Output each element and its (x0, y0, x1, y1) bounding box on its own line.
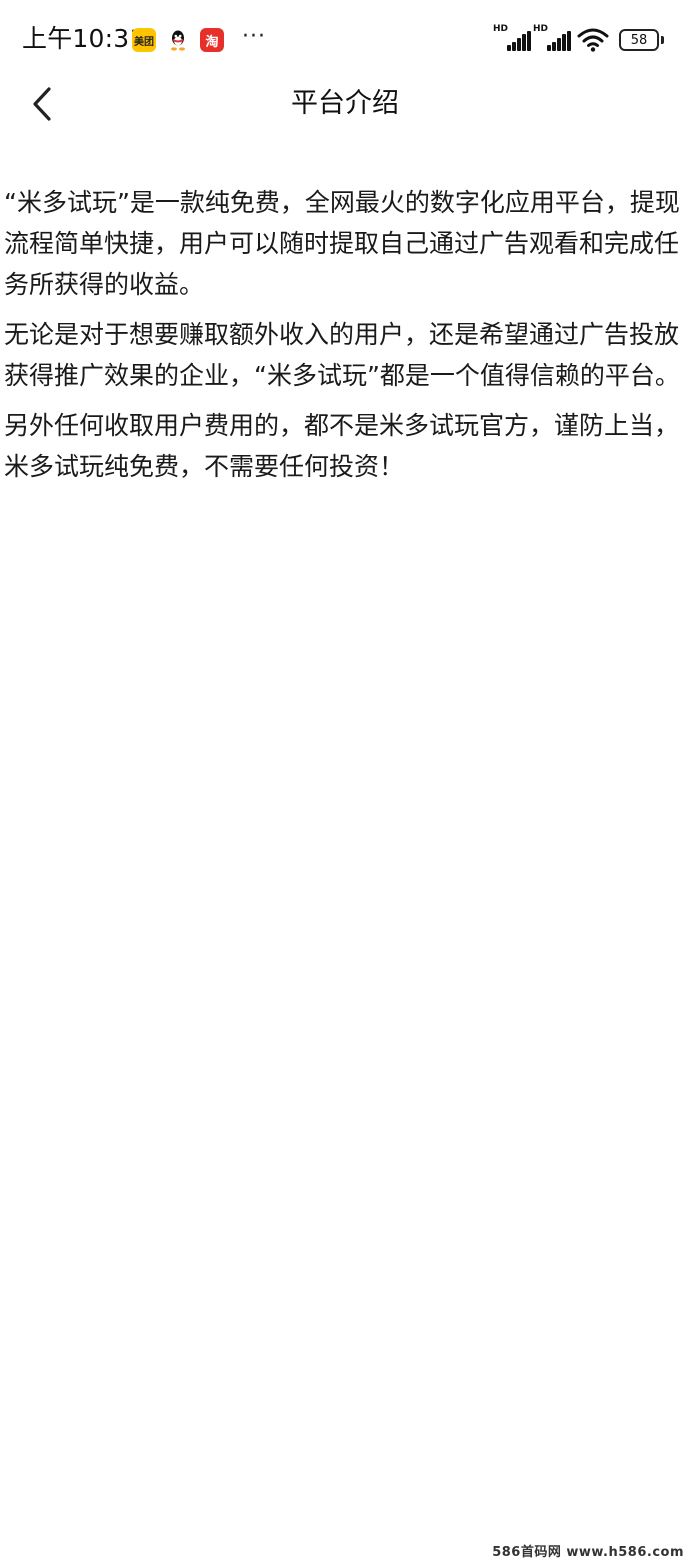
more-notifications-icon: ··· (242, 23, 266, 49)
hd-label: HD (533, 24, 549, 34)
battery-level: 58 (630, 32, 648, 48)
taobao-app-icon: 淘 (200, 28, 224, 52)
platform-intro-content: “米多试玩”是一款纯免费，全网最火的数字化应用平台，提现流程简单快捷，用户可以随… (4, 182, 686, 496)
cellular-signal-icon: HD (533, 24, 571, 53)
page-title: 平台介绍 (291, 88, 399, 119)
cellular-signal-icon: HD (493, 24, 531, 53)
meituan-icon-label: 美团 (134, 36, 154, 48)
watermark: 586首码网 www.h586.com (492, 1545, 684, 1560)
notification-icons: 美团 淘 ··· (132, 23, 266, 54)
header-bar: 平台介绍 (0, 78, 690, 130)
wifi-icon (577, 28, 609, 52)
intro-paragraph: 另外任何收取用户费用的，都不是米多试玩官方，谨防上当，米多试玩纯免费，不需要任何… (4, 411, 680, 481)
meituan-app-icon: 美团 (132, 28, 156, 52)
qq-app-icon (166, 28, 190, 52)
hd-label: HD (493, 24, 509, 34)
intro-paragraph: 无论是对于想要赚取额外收入的用户，还是希望通过广告投放获得推广效果的企业，“米多… (4, 320, 680, 390)
status-bar: 上午10:31 美团 淘 ··· HD HD 58 (0, 0, 690, 78)
status-time: 上午10:31 (22, 24, 146, 53)
status-indicators: HD HD 58 (493, 24, 664, 54)
taobao-icon-label: 淘 (205, 34, 219, 50)
intro-paragraph: “米多试玩”是一款纯免费，全网最火的数字化应用平台，提现流程简单快捷，用户可以随… (4, 188, 680, 299)
battery-icon: 58 (619, 29, 664, 51)
